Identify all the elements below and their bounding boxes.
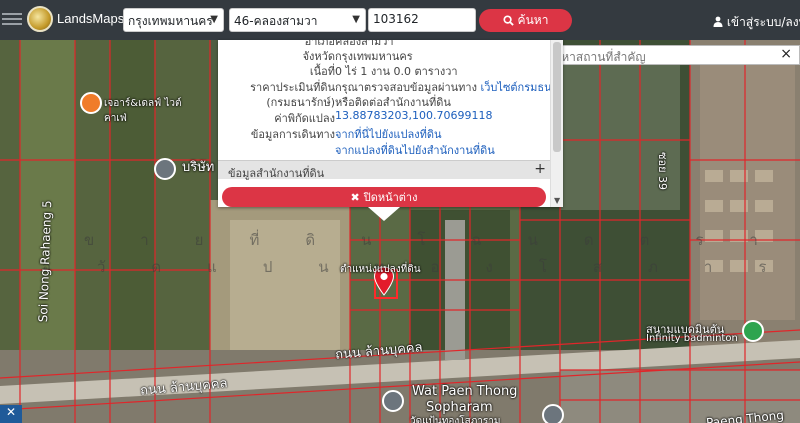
map-watermark-line1: ขายที่ดินโฉนดตรา xyxy=(84,231,800,249)
badminton-label-en: Infinity badminton xyxy=(646,333,738,344)
close-icon: ✖ xyxy=(350,190,360,204)
user-icon xyxy=(713,16,723,27)
temple-label-th: วัดแป้นทองโสภาราม xyxy=(410,416,501,423)
menu-icon[interactable] xyxy=(2,10,22,30)
info-row: เนื้อที่ 0 ไร่ 1 งาน 0.0 ตารางวา xyxy=(218,62,548,78)
info-row: ค่าพิกัดแปลง 13.88783203,100.70699118 xyxy=(218,109,548,125)
coordinates-link[interactable]: 13.88783203,100.70699118 xyxy=(335,109,492,122)
cafe-poi-icon[interactable] xyxy=(80,92,102,114)
info-row: จากแปลงที่ดินไปยังสำนักงานที่ดิน xyxy=(218,141,548,159)
info-row: อำเภอ คลองสามวา xyxy=(218,40,548,48)
district-select-value: 46-คลองสามวา xyxy=(234,14,318,28)
info-row: จังหวัด กรุงเทพมหานคร xyxy=(218,47,548,63)
parcel-number-value: 103162 xyxy=(373,12,419,26)
land-office-accordion-label: ข้อมูลสำนักงานที่ดิน xyxy=(228,167,325,180)
place-search-input[interactable]: ค้นหาสถานที่สำคัญ × xyxy=(540,45,800,65)
close-popup-label: ปิดหน้าต่าง xyxy=(363,191,418,204)
layers-icon: ✕ xyxy=(5,405,17,419)
popup-scrollbar[interactable]: ▼ xyxy=(550,40,563,207)
province-select[interactable]: กรุงเทพมหานคร ▼ xyxy=(123,8,224,32)
poi-left-label: บริษัท xyxy=(182,160,215,175)
temple-poi-icon[interactable] xyxy=(382,390,404,412)
search-button[interactable]: ค้นหา xyxy=(479,9,572,32)
scrollbar-thumb[interactable] xyxy=(553,42,561,152)
layers-toggle-button[interactable]: ✕ xyxy=(0,405,22,423)
plus-icon: + xyxy=(534,161,546,177)
parcel-marker-label: ตำแหน่งแปลงที่ดิน xyxy=(340,264,421,275)
chevron-down-icon: ▼ xyxy=(210,14,218,25)
land-office-accordion[interactable]: ข้อมูลสำนักงานที่ดิน + xyxy=(218,160,550,180)
map-watermark-line2: อวัดแปนทองโสภาราม(ทับยา xyxy=(42,258,800,276)
parcel-number-input[interactable]: 103162 xyxy=(368,8,476,32)
road-top-right-label: ซอย 39 xyxy=(656,152,669,191)
school-poi-icon[interactable] xyxy=(542,404,564,423)
temple-label-en: Wat Paen Thong xyxy=(412,384,518,399)
search-button-label: ค้นหา xyxy=(517,13,549,27)
close-icon[interactable]: × xyxy=(780,46,792,62)
top-navbar: LandsMaps กรุงเทพมหานคร ▼ 46-คลองสามวา ▼… xyxy=(0,0,800,40)
province-select-value: กรุงเทพมหานคร xyxy=(128,14,213,28)
info-row: ข้อมูลการเดินทาง จากที่นี่ไปยังแปลงที่ดิ… xyxy=(218,125,548,141)
parcel-info-popup: อำเภอ คลองสามวา จังหวัด กรุงเทพมหานคร เน… xyxy=(218,40,563,207)
place-poi-icon[interactable] xyxy=(154,158,176,180)
login-label: เข้าสู่ระบบ/ลงทะ xyxy=(726,15,800,29)
district-select[interactable]: 46-คลองสามวา ▼ xyxy=(229,8,366,32)
badminton-poi-icon[interactable] xyxy=(742,320,764,342)
popup-pointer xyxy=(368,207,400,221)
info-row: (กรมธนารักษ์) หรือติดต่อสำนักงานที่ดิน xyxy=(218,93,548,109)
temple-label-en-2: Sopharam xyxy=(426,400,493,415)
login-link[interactable]: เข้าสู่ระบบ/ลงทะ xyxy=(713,13,800,32)
close-popup-button[interactable]: ✖ ปิดหน้าต่าง xyxy=(222,187,546,207)
cafe-label: เจอาร์&เดลฟ์ ไวต์คาเฟ่ xyxy=(104,98,182,124)
search-icon xyxy=(503,15,514,26)
landsmaps-logo[interactable] xyxy=(27,6,53,32)
directions-to-office-link[interactable]: จากแปลงที่ดินไปยังสำนักงานที่ดิน xyxy=(335,141,495,159)
scroll-down-icon[interactable]: ▼ xyxy=(554,196,560,205)
info-row: ราคาประเมินที่ดิน กรุณาตรวจสอบข้อมูลผ่าน… xyxy=(218,78,563,94)
chevron-down-icon: ▼ xyxy=(352,14,360,25)
brand-name[interactable]: LandsMaps xyxy=(57,11,124,26)
